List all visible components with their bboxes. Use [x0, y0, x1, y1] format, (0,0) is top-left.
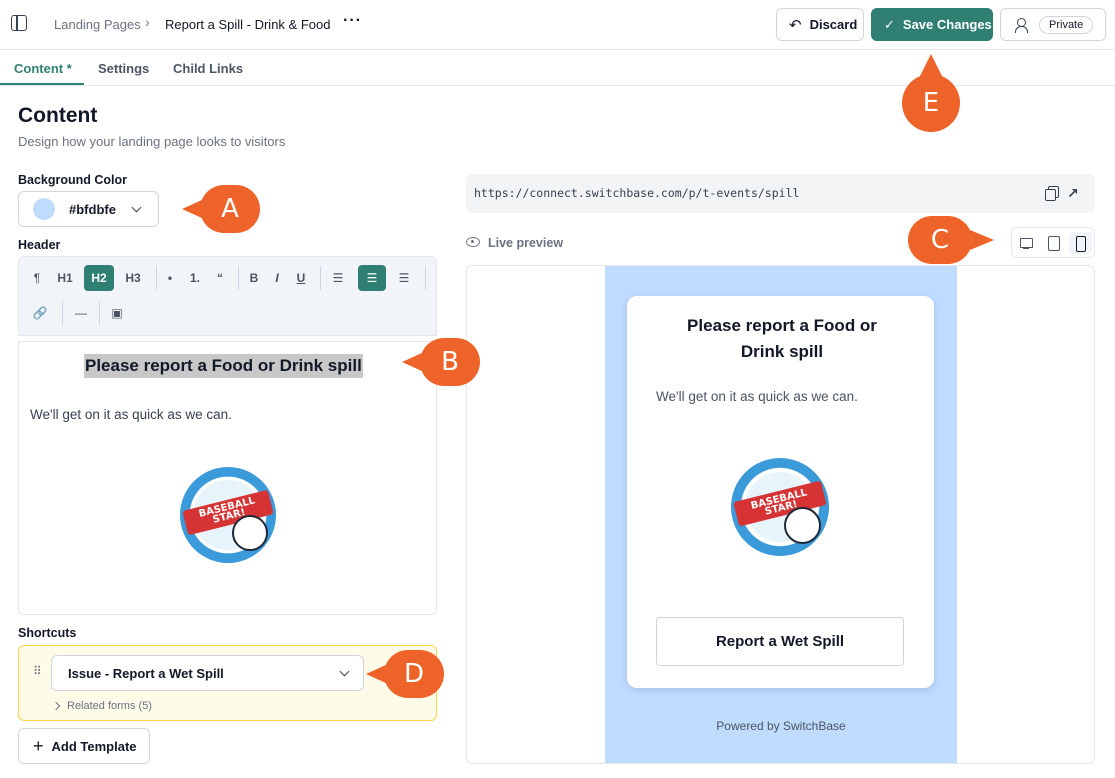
- page-subtitle: Design how your landing page looks to vi…: [18, 134, 286, 149]
- tab-child-links[interactable]: Child Links: [173, 61, 243, 76]
- color-swatch: [33, 198, 55, 220]
- baseball-star-logo: BASEBALL STAR!: [731, 458, 829, 556]
- tablet-icon[interactable]: [1042, 232, 1065, 254]
- url-bar: https://connect.switchbase.com/p/t-event…: [466, 174, 1095, 213]
- copy-icon[interactable]: [1045, 186, 1059, 201]
- bullet-list-button[interactable]: •: [157, 265, 183, 291]
- shortcut-select[interactable]: Issue - Report a Wet Spill: [51, 655, 364, 691]
- preview-background: Please report a Food or Drink spill We'l…: [605, 266, 957, 763]
- private-badge: Private: [1039, 15, 1094, 34]
- baseball-icon: [231, 515, 269, 552]
- tab-settings[interactable]: Settings: [98, 61, 149, 76]
- page-title: Content: [18, 104, 98, 127]
- page-url: https://connect.switchbase.com/p/t-event…: [474, 186, 800, 200]
- visibility-button[interactable]: Private: [1000, 8, 1106, 41]
- quote-button[interactable]: “: [207, 265, 233, 291]
- callout-e: E: [902, 54, 960, 132]
- toolbar-divider: [425, 266, 426, 290]
- live-preview-label: Live preview: [488, 236, 564, 250]
- top-bar: Landing Pages › Report a Spill - Drink &…: [0, 0, 1115, 50]
- chevron-right-icon: [51, 701, 61, 711]
- chevron-down-icon: [339, 666, 350, 677]
- shortcuts-label: Shortcuts: [18, 626, 77, 640]
- related-forms-toggle[interactable]: Related forms (5): [67, 700, 152, 712]
- chevron-down-icon: [131, 202, 142, 213]
- shortcut-selected-value: Issue - Report a Wet Spill: [68, 665, 224, 681]
- device-switcher: [1011, 227, 1095, 258]
- background-color-label: Background Color: [18, 173, 128, 187]
- preview-heading: Please report a Food or Drink spill: [687, 316, 877, 361]
- toolbar-divider: [238, 266, 239, 290]
- chevron-right-icon: ›: [145, 14, 150, 30]
- eye-icon: [466, 237, 480, 247]
- plus-icon: +: [33, 735, 44, 756]
- mobile-icon[interactable]: [1069, 232, 1092, 254]
- align-left-icon[interactable]: ☰: [325, 265, 351, 291]
- h2-button[interactable]: H2: [84, 265, 114, 291]
- sidebar-toggle-icon[interactable]: [11, 15, 27, 31]
- callout-c: C: [908, 216, 972, 264]
- align-center-icon[interactable]: ☰: [358, 265, 386, 291]
- header-label: Header: [18, 238, 61, 252]
- image-icon[interactable]: ▣: [104, 300, 130, 326]
- editor-toolbar: ¶ H1 H2 H3 • 1. “ B I U ☰ ☰ ☰ 🔗 — ▣: [18, 256, 437, 336]
- toolbar-divider: [62, 301, 63, 325]
- desktop-icon[interactable]: [1015, 232, 1038, 254]
- baseball-icon: [783, 507, 822, 545]
- editor-paragraph: We'll get on it as quick as we can.: [30, 407, 232, 422]
- underline-button[interactable]: U: [288, 265, 314, 291]
- save-label: Save Changes: [902, 17, 992, 32]
- header-editor[interactable]: Please report a Food or Drink spill We'l…: [18, 341, 437, 615]
- undo-icon: ↶: [789, 16, 802, 34]
- horizontal-rule-icon[interactable]: —: [68, 300, 94, 326]
- discard-button[interactable]: ↶ Discard: [776, 8, 864, 41]
- background-color-value: #bfdbfe: [69, 201, 116, 217]
- add-template-label: Add Template: [51, 738, 137, 754]
- background-color-picker[interactable]: #bfdbfe: [18, 191, 159, 227]
- ordered-list-button[interactable]: 1.: [182, 265, 208, 291]
- save-changes-button[interactable]: ✓ Save Changes: [871, 8, 993, 41]
- callout-b: B: [402, 338, 480, 386]
- external-link-icon[interactable]: ↗: [1067, 185, 1079, 202]
- users-icon: [1015, 17, 1031, 33]
- add-template-button[interactable]: + Add Template: [18, 728, 150, 764]
- active-tab-indicator: [0, 83, 84, 85]
- powered-by-footer: Powered by SwitchBase: [716, 719, 846, 733]
- h3-button[interactable]: H3: [120, 265, 146, 291]
- h1-button[interactable]: H1: [52, 265, 78, 291]
- live-preview-frame: Please report a Food or Drink spill We'l…: [466, 265, 1095, 764]
- link-icon[interactable]: 🔗: [27, 300, 53, 326]
- callout-a: A: [182, 185, 260, 233]
- more-options-icon[interactable]: ···: [343, 12, 362, 30]
- breadcrumb-current: Report a Spill - Drink & Food: [165, 17, 331, 32]
- editor-heading: Please report a Food or Drink spill: [84, 354, 363, 378]
- toolbar-divider: [320, 266, 321, 290]
- discard-label: Discard: [809, 17, 858, 32]
- italic-button[interactable]: I: [264, 265, 290, 291]
- paragraph-button[interactable]: ¶: [24, 265, 50, 291]
- preview-paragraph: We'll get on it as quick as we can.: [656, 389, 858, 404]
- tab-content[interactable]: Content *: [14, 61, 72, 76]
- check-icon: ✓: [884, 16, 895, 32]
- breadcrumb-landing-pages[interactable]: Landing Pages: [54, 17, 141, 32]
- toolbar-divider: [99, 301, 100, 325]
- callout-d: D: [366, 650, 444, 698]
- drag-handle-icon[interactable]: ⠿: [33, 664, 43, 678]
- baseball-star-logo: BASEBALL STAR!: [180, 467, 276, 563]
- report-wet-spill-button[interactable]: Report a Wet Spill: [656, 617, 904, 666]
- callout-c-pointer: [970, 230, 994, 250]
- align-right-icon[interactable]: ☰: [391, 265, 417, 291]
- preview-card: Please report a Food or Drink spill We'l…: [627, 296, 934, 688]
